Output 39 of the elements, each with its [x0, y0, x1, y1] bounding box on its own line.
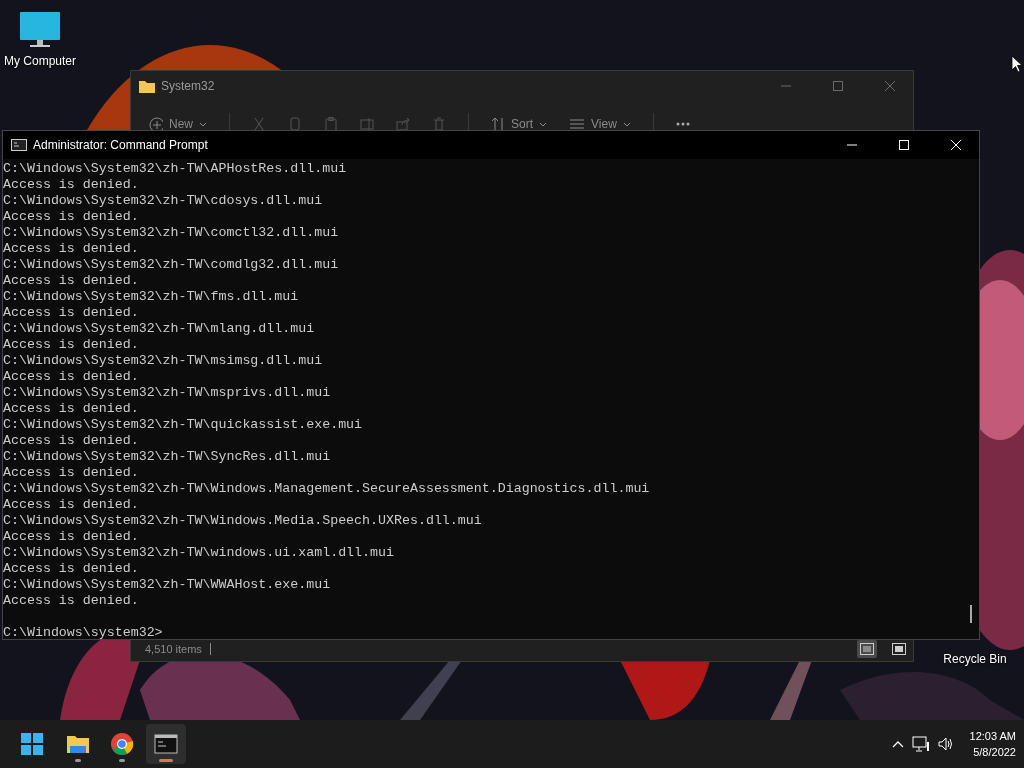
console-line: Access is denied. [3, 241, 140, 257]
console-line: Access is denied. [3, 593, 140, 609]
icon-label[interactable]: Recycle Bin [943, 652, 1007, 666]
console-line: Access is denied. [3, 177, 140, 193]
console-line: Access is denied. [3, 273, 140, 289]
console-line: Access is denied. [3, 497, 140, 513]
console-line: Access is denied. [3, 529, 140, 545]
console-line: C:\Windows\System32\zh-TW\APHostRes.dll.mui [3, 161, 348, 177]
console-line: C:\Windows\System32\zh-TW\quickassist.exe.mui [3, 417, 364, 433]
sort-button[interactable]: Sort [491, 117, 548, 131]
console-line: C:\Windows\System32\zh-TW\comdlg32.dll.mui [3, 257, 340, 273]
console-line: C:\Windows\System32\zh-TW\msimsg.dll.mui [3, 353, 324, 369]
console-line: Access is denied. [3, 401, 140, 417]
console-line: Access is denied. [3, 433, 140, 449]
window-title: System32 [161, 79, 215, 93]
console-line: Access is denied. [3, 305, 140, 321]
console-line: C:\Windows\System32\zh-TW\Windows.Media.Speech.UXRes.dll.mui [3, 513, 483, 529]
window-title: Administrator: Command Prompt [33, 138, 208, 152]
console-line: Access is denied. [3, 465, 140, 481]
console-line: Access is denied. [3, 337, 140, 353]
console-line: Access is denied. [3, 369, 140, 385]
console-line: C:\Windows\System32\zh-TW\SyncRes.dll.mui [3, 449, 332, 465]
console-line: C:\Windows\System32\zh-TW\Windows.Management.SecureAssessment.Diagnostics.dll.mui [3, 481, 651, 497]
new-button[interactable]: New [149, 117, 207, 131]
clock-time[interactable]: 12:03 AM [969, 728, 1016, 744]
console-line: C:\Windows\System32\zh-TW\fms.dll.mui [3, 289, 300, 305]
console-line: C:\Windows\System32\zh-TW\comctl32.dll.mui [3, 225, 340, 241]
console-line: Access is denied. [3, 561, 140, 577]
console-line: C:\Windows\System32\zh-TW\cdosys.dll.mui [3, 193, 324, 209]
console-line: Access is denied. [3, 209, 140, 225]
item-count: 4,510 items [145, 643, 202, 655]
console-line: C:\Windows\System32\zh-TW\WWAHost.exe.mui [3, 577, 332, 593]
console-line: C:\Windows\System32\zh-TW\mlang.dll.mui [3, 321, 316, 337]
view-button[interactable]: View [569, 117, 631, 131]
icon-label[interactable]: My Computer [4, 54, 76, 68]
command-prompt[interactable]: C:\Windows\system32> [3, 625, 963, 641]
console-line: C:\Windows\System32\zh-TW\msprivs.dll.mui [3, 385, 332, 401]
console-line: C:\Windows\System32\zh-TW\windows.ui.xaml.dll.mui [3, 545, 395, 561]
clock-date[interactable]: 5/8/2022 [973, 744, 1016, 760]
